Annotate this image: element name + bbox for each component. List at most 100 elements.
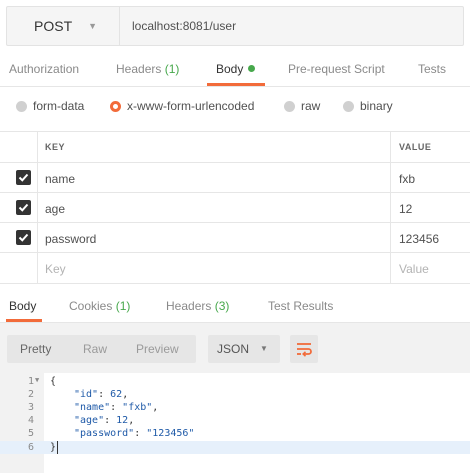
value-text: 12: [399, 202, 413, 216]
method-select[interactable]: POST ▼: [7, 7, 120, 45]
radio-binary[interactable]: binary: [343, 99, 393, 113]
tab-count: (1): [115, 299, 131, 313]
json-value: 62: [110, 389, 123, 400]
wrap-lines-button[interactable]: [290, 335, 318, 363]
code-text: "id": 62,: [74, 389, 129, 400]
json-value: 12: [116, 415, 129, 426]
checkbox-cell: [0, 253, 38, 283]
header-key-cell: KEY: [37, 132, 391, 162]
table-header-row: KEY VALUE: [0, 131, 470, 162]
radio-selected-icon: [110, 100, 121, 112]
tab-tests[interactable]: Tests: [418, 62, 446, 76]
line-number: 6: [27, 442, 34, 453]
radio-label: x-www-form-urlencoded: [127, 99, 255, 113]
pretty-button[interactable]: Pretty: [20, 342, 51, 356]
table-row: password 123456: [0, 222, 470, 253]
checkmark-icon: [18, 233, 29, 242]
row-checkbox[interactable]: [16, 230, 31, 245]
key-cell[interactable]: password: [37, 223, 391, 253]
tab-label: Cookies: [69, 299, 113, 313]
radio-x-www-form-urlencoded[interactable]: x-www-form-urlencoded: [110, 99, 254, 113]
response-tab-headers[interactable]: Headers (3): [166, 299, 229, 313]
line-number: 5: [27, 428, 34, 439]
radio-raw[interactable]: raw: [284, 99, 320, 113]
method-label: POST: [34, 18, 73, 34]
value-input[interactable]: Value: [391, 253, 470, 283]
json-key: "age": [74, 415, 105, 426]
table-row: age 12: [0, 192, 470, 223]
json-value: "fxb": [122, 402, 153, 413]
key-input[interactable]: Key: [37, 253, 391, 283]
request-tabs: Authorization Headers (1) Body Pre-reque…: [0, 52, 470, 87]
language-select[interactable]: JSON ▼: [208, 335, 280, 363]
tab-body[interactable]: Body: [216, 62, 256, 76]
radio-icon: [343, 100, 354, 112]
code-line: 1 ▼ {: [0, 375, 470, 388]
tab-authorization[interactable]: Authorization: [9, 62, 79, 76]
radio-icon: [284, 100, 295, 112]
tab-pre-request-script[interactable]: Pre-request Script: [288, 62, 385, 76]
line-number: 2: [27, 389, 34, 400]
value-cell[interactable]: 123456: [391, 223, 470, 253]
caret-down-icon: ▼: [260, 344, 268, 353]
row-checkbox[interactable]: [16, 200, 31, 215]
format-button-group: Pretty Raw Preview: [7, 335, 196, 363]
row-checkbox[interactable]: [16, 170, 31, 185]
response-code-view[interactable]: 1 ▼ { 2 "id": 62, 3 "name": "fxb", 4 "ag…: [0, 373, 470, 473]
code-text: {: [50, 376, 57, 387]
key-text: password: [45, 232, 97, 246]
json-comma: ,: [122, 389, 129, 400]
table-row: name fxb: [0, 162, 470, 193]
modified-dot-icon: [248, 65, 256, 72]
value-text: 123456: [399, 232, 440, 246]
tab-label: Tests: [418, 62, 447, 76]
checkbox-cell: [0, 223, 38, 253]
key-placeholder: Key: [45, 262, 66, 276]
line-number: 4: [27, 415, 34, 426]
tab-label: Authorization: [9, 62, 80, 76]
tab-count: (1): [164, 62, 180, 76]
code-line-current: 6 }: [0, 441, 470, 454]
preview-button[interactable]: Preview: [136, 342, 179, 356]
raw-button[interactable]: Raw: [83, 342, 107, 356]
url-input[interactable]: localhost:8081/user: [132, 7, 236, 45]
radio-form-data[interactable]: form-data: [16, 99, 84, 113]
json-value: "123456": [146, 428, 195, 439]
tab-label: Body: [216, 62, 244, 76]
code-text: "password": "123456": [74, 428, 195, 439]
language-label: JSON: [217, 342, 250, 356]
radio-label: form-data: [33, 99, 85, 113]
key-text: age: [45, 202, 66, 216]
active-tab-indicator: [207, 83, 265, 86]
tab-label: Body: [9, 299, 37, 313]
fold-caret-icon[interactable]: ▼: [35, 376, 39, 384]
code-line: 3 "name": "fxb",: [0, 401, 470, 414]
line-number: 3: [27, 402, 34, 413]
tab-label: Test Results: [268, 299, 334, 313]
text-cursor: [57, 441, 58, 454]
key-cell[interactable]: name: [37, 163, 391, 193]
json-key: "name": [74, 402, 111, 413]
json-comma: ,: [152, 402, 159, 413]
radio-label: raw: [301, 99, 321, 113]
value-cell[interactable]: fxb: [391, 163, 470, 193]
value-cell[interactable]: 12: [391, 193, 470, 223]
tab-count: (3): [214, 299, 230, 313]
code-text: }: [50, 442, 57, 453]
checkmark-icon: [18, 203, 29, 212]
tab-label: Headers: [166, 299, 212, 313]
radio-label: binary: [360, 99, 393, 113]
header-checkbox-cell: [0, 132, 38, 162]
checkmark-icon: [18, 173, 29, 182]
value-placeholder: Value: [399, 262, 429, 276]
caret-down-icon: ▼: [88, 21, 98, 31]
response-tab-test-results[interactable]: Test Results: [268, 299, 333, 313]
json-key: "password": [74, 428, 135, 439]
response-tab-body[interactable]: Body: [9, 299, 36, 313]
code-line: 4 "age": 12,: [0, 414, 470, 427]
line-number: 1: [27, 376, 34, 387]
code-line: 2 "id": 62,: [0, 388, 470, 401]
key-cell[interactable]: age: [37, 193, 391, 223]
response-tab-cookies[interactable]: Cookies (1): [69, 299, 130, 313]
tab-headers[interactable]: Headers (1): [116, 62, 179, 76]
